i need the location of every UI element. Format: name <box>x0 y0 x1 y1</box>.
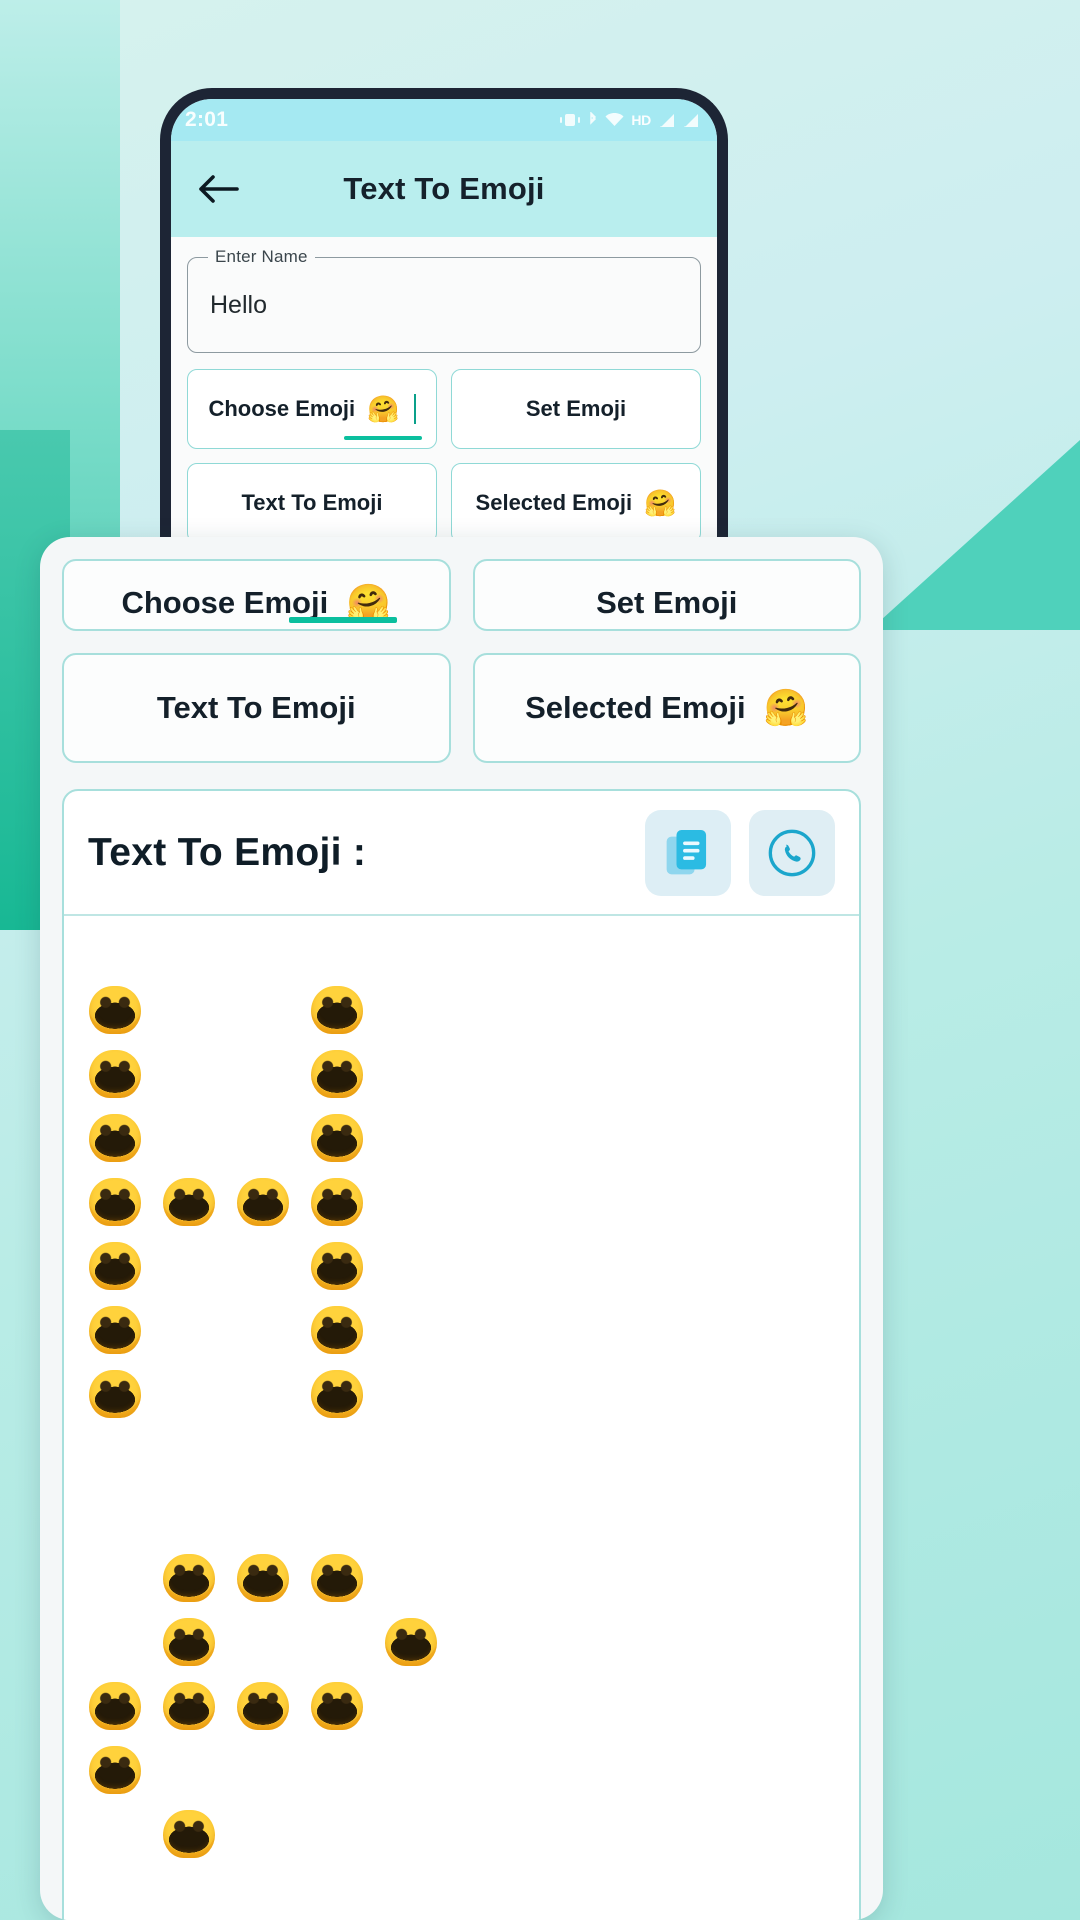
copy-button[interactable] <box>645 809 731 896</box>
emoji-row <box>64 1234 859 1298</box>
set-emoji-button[interactable]: Set Emoji <box>472 559 861 631</box>
emoji-glyph <box>78 1170 152 1234</box>
emoji-row <box>64 1170 859 1234</box>
emoji-glyph <box>374 1610 448 1674</box>
emoji-glyph <box>300 1546 374 1610</box>
emoji-glyph <box>226 1546 300 1610</box>
emoji-glyph <box>78 1674 152 1738</box>
emoji-glyph <box>152 1546 226 1610</box>
emoji-glyph <box>226 1674 300 1738</box>
emoji-glyph <box>152 1674 226 1738</box>
back-arrow-icon <box>199 175 239 203</box>
emoji-glyph <box>152 1802 226 1866</box>
emoji-letter-E <box>64 1546 859 1866</box>
emoji-row <box>64 1610 859 1674</box>
card-button-grid-top: Choose Emoji 🤗 Set Emoji <box>62 559 861 631</box>
selected-emoji-label: Selected Emoji <box>475 490 633 515</box>
emoji-row <box>64 1802 859 1866</box>
emoji-row <box>64 1362 859 1426</box>
emoji-letter-H <box>64 978 859 1426</box>
text-to-emoji-label: Text To Emoji <box>241 490 383 515</box>
selected-emoji-button[interactable]: Selected Emoji 🤗 <box>451 463 701 543</box>
emoji-glyph <box>300 1362 374 1426</box>
choose-emoji-button[interactable]: Choose Emoji 🤗 <box>62 559 451 631</box>
foreground-card: Choose Emoji 🤗 Set Emoji Text To Emoji S… <box>40 537 883 1920</box>
emoji-glyph <box>78 1298 152 1362</box>
emoji-glyph <box>78 1738 152 1802</box>
text-caret <box>413 394 416 424</box>
vibrate-icon <box>560 114 581 126</box>
emoji-glyph <box>78 1042 152 1106</box>
name-field[interactable]: Enter Name Hello <box>187 247 701 353</box>
emoji-row <box>64 1042 859 1106</box>
emoji-glyph <box>78 978 152 1042</box>
emoji-glyph <box>152 1170 226 1234</box>
text-to-emoji-button[interactable]: Text To Emoji <box>187 463 437 543</box>
name-field-label: Enter Name <box>208 247 315 267</box>
set-emoji-label: Set Emoji <box>525 396 627 421</box>
copy-icon <box>666 829 707 874</box>
page-title: Text To Emoji <box>343 171 545 206</box>
result-actions <box>645 809 835 896</box>
choose-emoji-label: Choose Emoji <box>208 396 356 421</box>
emoji-glyph <box>152 1610 226 1674</box>
status-bar: 2:01 HD <box>171 99 717 141</box>
app-bar: Text To Emoji <box>171 141 717 237</box>
hugging-face-emoji-icon: 🤗 <box>367 394 400 424</box>
result-title: Text To Emoji : <box>88 830 367 874</box>
whatsapp-share-button[interactable] <box>749 809 835 896</box>
emoji-row <box>64 1106 859 1170</box>
selected-emoji-button[interactable]: Selected Emoji 🤗 <box>472 653 861 763</box>
text-to-emoji-label: Text To Emoji <box>156 690 356 725</box>
set-emoji-label: Set Emoji <box>596 585 738 620</box>
emoji-row <box>64 1298 859 1362</box>
hd-icon: HD <box>631 112 651 128</box>
emoji-output-area <box>64 916 859 1920</box>
wifi-icon <box>605 112 624 126</box>
selection-underline <box>288 617 397 623</box>
emoji-glyph <box>226 1170 300 1234</box>
hugging-face-emoji-icon: 🤗 <box>644 488 677 518</box>
emoji-glyph <box>300 1042 374 1106</box>
emoji-row <box>64 1674 859 1738</box>
emoji-glyph <box>300 1674 374 1738</box>
whatsapp-icon <box>768 829 816 876</box>
emoji-glyph <box>78 1362 152 1426</box>
hugging-face-emoji-icon: 🤗 <box>763 687 809 728</box>
card-button-grid: Text To Emoji Selected Emoji 🤗 <box>62 653 861 763</box>
emoji-glyph <box>78 1106 152 1170</box>
emoji-row <box>64 1546 859 1610</box>
bluetooth-icon <box>590 112 597 125</box>
emoji-glyph <box>300 1106 374 1170</box>
emoji-glyph <box>300 978 374 1042</box>
emoji-glyph <box>78 1234 152 1298</box>
result-header: Text To Emoji : <box>64 791 859 916</box>
choose-emoji-label: Choose Emoji <box>121 585 329 620</box>
text-to-emoji-button[interactable]: Text To Emoji <box>62 653 451 763</box>
phone-button-grid: Choose Emoji 🤗 Set Emoji Text To Emoji S… <box>187 369 701 543</box>
selection-underline <box>344 436 422 440</box>
emoji-row <box>64 978 859 1042</box>
choose-emoji-button[interactable]: Choose Emoji 🤗 <box>187 369 437 449</box>
emoji-glyph <box>300 1234 374 1298</box>
result-card: Text To Emoji : <box>62 789 861 1920</box>
emoji-glyph <box>300 1170 374 1234</box>
emoji-letter-gap <box>64 1426 859 1546</box>
status-icons: HD <box>559 112 699 128</box>
set-emoji-button[interactable]: Set Emoji <box>451 369 701 449</box>
emoji-glyph <box>300 1298 374 1362</box>
status-time: 2:01 <box>185 108 229 131</box>
emoji-row <box>64 1738 859 1802</box>
back-button[interactable] <box>195 166 241 212</box>
signal-icon-2 <box>684 113 698 127</box>
background-accent-corner <box>870 440 1080 630</box>
selected-emoji-label: Selected Emoji <box>525 690 746 725</box>
name-input[interactable]: Hello <box>210 291 267 320</box>
hugging-face-emoji-icon: 🤗 <box>346 582 392 623</box>
signal-icon <box>660 113 674 127</box>
